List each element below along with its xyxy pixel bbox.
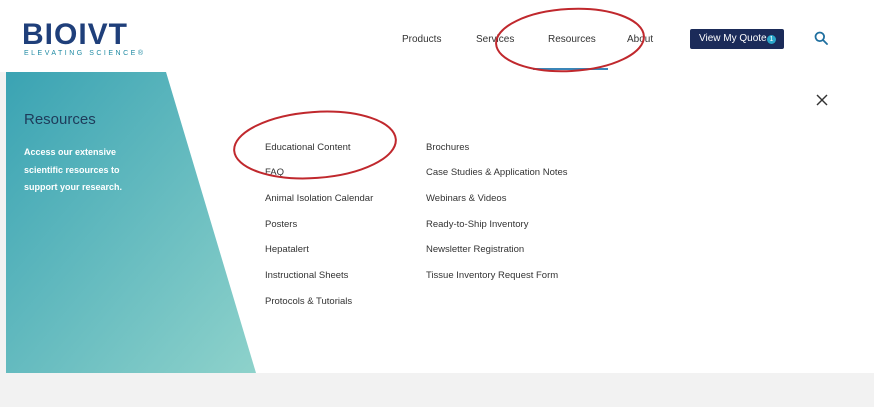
menu-title: Resources	[24, 111, 96, 128]
logo-wordmark: BIOIVT	[22, 18, 129, 51]
nav-products[interactable]: Products	[402, 34, 441, 45]
menu-link-posters[interactable]: Posters	[265, 219, 297, 230]
view-quote-label: View My Quote	[699, 33, 767, 44]
menu-link-faq[interactable]: FAQ	[265, 167, 284, 178]
menu-link-case-studies[interactable]: Case Studies & Application Notes	[426, 167, 568, 178]
close-icon[interactable]	[816, 94, 828, 106]
menu-link-webinars-videos[interactable]: Webinars & Videos	[426, 193, 506, 204]
nav-active-indicator	[533, 68, 608, 70]
search-icon[interactable]	[814, 31, 828, 45]
nav-about[interactable]: About	[627, 34, 653, 45]
logo-tagline: ELEVATING SCIENCE®	[24, 50, 146, 57]
menu-link-tissue-inventory-request-form[interactable]: Tissue Inventory Request Form	[426, 270, 558, 281]
view-quote-button[interactable]: View My Quote 1	[690, 29, 784, 49]
menu-description: Access our extensive scientific resource…	[24, 147, 123, 192]
nav-resources[interactable]: Resources	[548, 34, 596, 45]
menu-link-hepatalert[interactable]: Hepatalert	[265, 244, 309, 255]
quote-count-badge: 1	[767, 35, 776, 44]
logo[interactable]: BIOIVT ELEVATING SCIENCE®	[22, 20, 152, 60]
menu-link-instructional-sheets[interactable]: Instructional Sheets	[265, 270, 348, 281]
menu-link-protocols-tutorials[interactable]: Protocols & Tutorials	[265, 296, 352, 307]
menu-link-educational-content[interactable]: Educational Content	[265, 142, 351, 153]
menu-link-brochures[interactable]: Brochures	[426, 142, 469, 153]
menu-link-newsletter-registration[interactable]: Newsletter Registration	[426, 244, 524, 255]
menu-link-animal-isolation-calendar[interactable]: Animal Isolation Calendar	[265, 193, 373, 204]
nav-services[interactable]: Services	[476, 34, 514, 45]
site-header: BIOIVT ELEVATING SCIENCE® Products Servi…	[0, 0, 874, 72]
menu-link-ready-to-ship-inventory[interactable]: Ready-to-Ship Inventory	[426, 219, 528, 230]
